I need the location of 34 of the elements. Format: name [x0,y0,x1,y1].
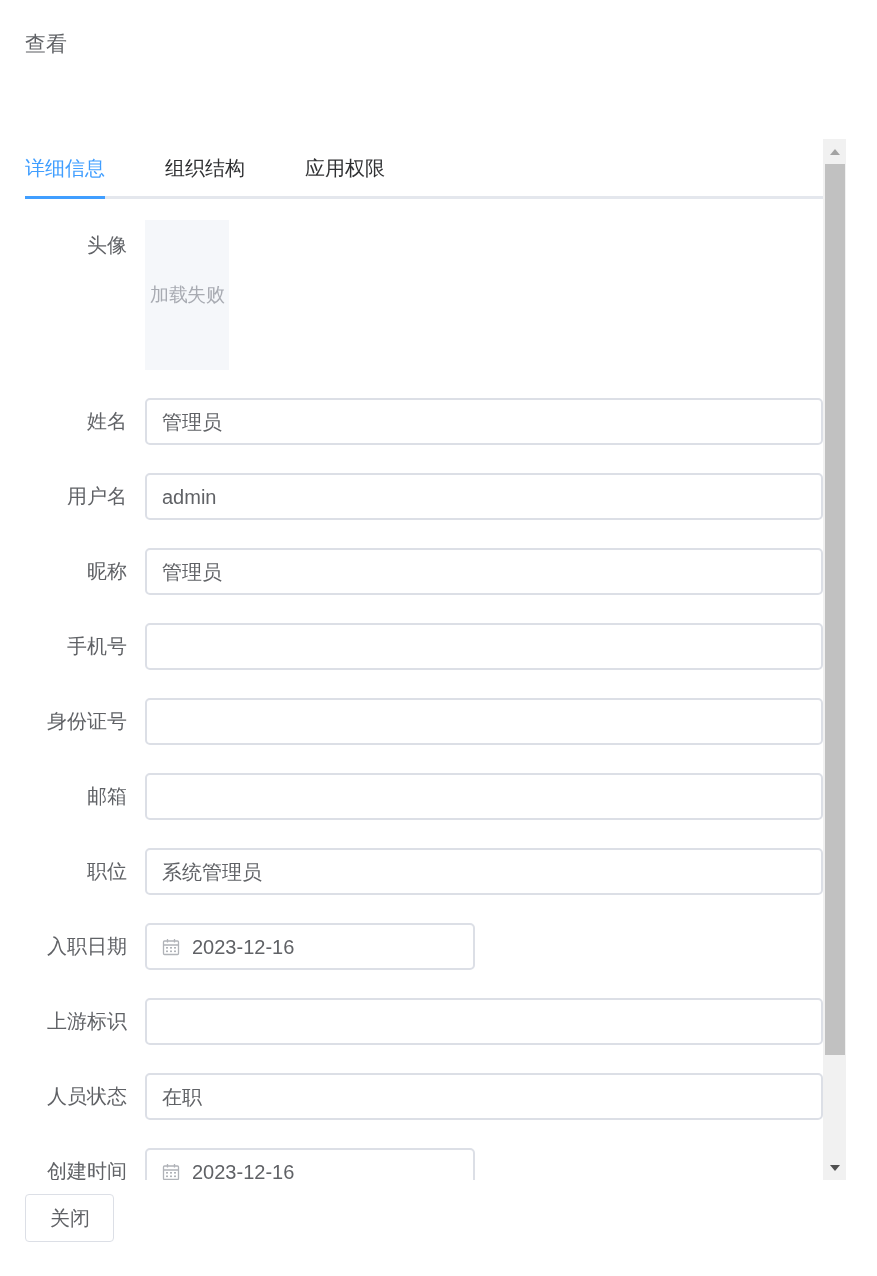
dialog-title: 查看 [25,31,67,57]
field-label: 人员状态 [46,1084,127,1109]
input-field[interactable]: 管理员 [145,398,823,445]
scroll-down-icon[interactable] [829,1164,840,1171]
input-field[interactable] [145,773,823,820]
input-field[interactable] [145,623,823,670]
field-label: 入职日期 [46,934,127,959]
calendar-icon [162,1162,180,1180]
field-label: 姓名 [86,409,127,434]
close-button[interactable]: 关闭 [25,1194,114,1242]
input-field[interactable]: admin [145,473,823,520]
scrollbar-thumb[interactable] [824,164,845,1055]
field-label: 创建时间 [46,1159,127,1180]
field-label: 手机号 [66,634,127,659]
scrollbar[interactable] [823,139,846,1180]
avatar-image: 加载失败 [145,220,229,370]
field-label: 头像 [86,233,127,258]
input-field[interactable] [145,998,823,1045]
tab[interactable]: 组织结构 [165,154,245,199]
field-label: 身份证号 [46,709,127,734]
input-field[interactable]: 在职 [145,1073,823,1120]
scroll-up-icon[interactable] [829,148,840,155]
calendar-icon [162,937,180,956]
input-field[interactable] [145,698,823,745]
input-field[interactable]: 管理员 [145,548,823,595]
date-field[interactable]: 2023-12-16 [145,923,475,970]
field-label: 上游标识 [46,1009,127,1034]
field-label: 用户名 [66,484,127,509]
field-label: 昵称 [86,559,127,584]
field-label: 邮箱 [86,784,127,809]
input-field[interactable]: 系统管理员 [145,848,823,895]
date-field[interactable]: 2023-12-16 [145,1148,475,1180]
field-label: 职位 [86,859,127,884]
tab[interactable]: 应用权限 [305,154,385,199]
